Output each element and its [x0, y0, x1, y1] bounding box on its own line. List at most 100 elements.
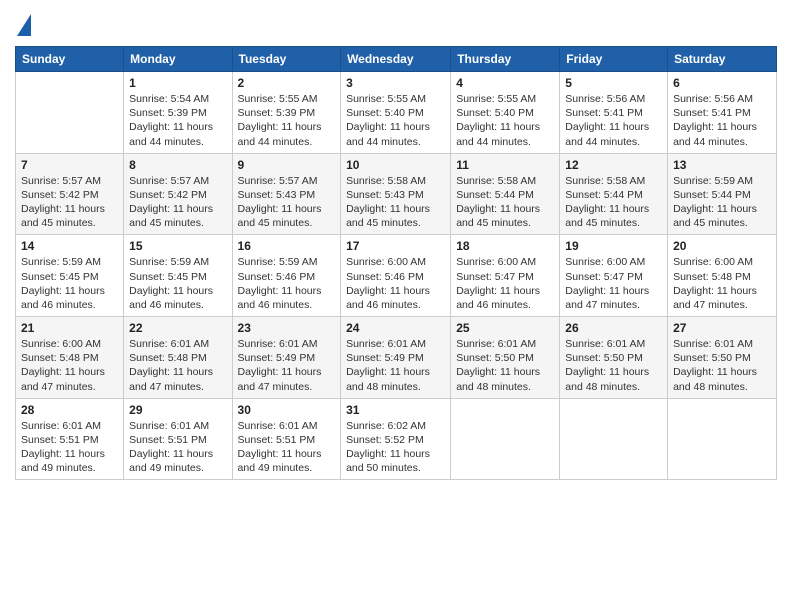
- cell-details: Sunrise: 6:01 AMSunset: 5:50 PMDaylight:…: [456, 337, 554, 394]
- cell-details: Sunrise: 5:57 AMSunset: 5:43 PMDaylight:…: [238, 174, 336, 231]
- calendar-cell: 6 Sunrise: 5:56 AMSunset: 5:41 PMDaylight…: [668, 72, 777, 154]
- calendar-cell: [16, 72, 124, 154]
- day-number: 28: [21, 403, 118, 417]
- cell-details: Sunrise: 6:01 AMSunset: 5:51 PMDaylight:…: [21, 419, 118, 476]
- calendar-cell: 24Sunrise: 6:01 AMSunset: 5:49 PMDayligh…: [341, 317, 451, 399]
- cell-details: Sunrise: 6:01 AMSunset: 5:50 PMDaylight:…: [673, 337, 771, 394]
- calendar-cell: [560, 398, 668, 480]
- day-number: 23: [238, 321, 336, 335]
- day-number: 2: [238, 76, 336, 90]
- day-number: 11: [456, 158, 554, 172]
- day-number: 22: [129, 321, 226, 335]
- cell-details: Sunrise: 5:59 AMSunset: 5:45 PMDaylight:…: [129, 255, 226, 312]
- day-number: 7: [21, 158, 118, 172]
- cell-details: Sunrise: 5:55 AMSunset: 5:39 PMDaylight:…: [238, 92, 336, 149]
- day-number: 29: [129, 403, 226, 417]
- cell-details: Sunrise: 5:56 AMSunset: 5:41 PMDaylight:…: [565, 92, 662, 149]
- calendar-cell: 5 Sunrise: 5:56 AMSunset: 5:41 PMDaylight…: [560, 72, 668, 154]
- day-number: 14: [21, 239, 118, 253]
- calendar-cell: 1 Sunrise: 5:54 AMSunset: 5:39 PMDaylight…: [124, 72, 232, 154]
- day-number: 19: [565, 239, 662, 253]
- weekday-monday: Monday: [124, 47, 232, 72]
- cell-details: Sunrise: 5:59 AMSunset: 5:46 PMDaylight:…: [238, 255, 336, 312]
- day-number: 10: [346, 158, 445, 172]
- cell-details: Sunrise: 5:59 AMSunset: 5:44 PMDaylight:…: [673, 174, 771, 231]
- day-number: 9: [238, 158, 336, 172]
- calendar-cell: 26 Sunrise: 6:01 AMSunset: 5:50 PMDayligh…: [560, 317, 668, 399]
- day-number: 8: [129, 158, 226, 172]
- week-row-1: 1 Sunrise: 5:54 AMSunset: 5:39 PMDaylight…: [16, 72, 777, 154]
- calendar-cell: [451, 398, 560, 480]
- day-number: 21: [21, 321, 118, 335]
- calendar-cell: 16Sunrise: 5:59 AMSunset: 5:46 PMDayligh…: [232, 235, 341, 317]
- cell-details: Sunrise: 5:55 AMSunset: 5:40 PMDaylight:…: [456, 92, 554, 149]
- calendar-cell: 31 Sunrise: 6:02 AMSunset: 5:52 PMDayligh…: [341, 398, 451, 480]
- cell-details: Sunrise: 6:00 AMSunset: 5:46 PMDaylight:…: [346, 255, 445, 312]
- day-number: 6: [673, 76, 771, 90]
- cell-details: Sunrise: 5:56 AMSunset: 5:41 PMDaylight:…: [673, 92, 771, 149]
- calendar-cell: 29Sunrise: 6:01 AMSunset: 5:51 PMDayligh…: [124, 398, 232, 480]
- day-number: 20: [673, 239, 771, 253]
- calendar-cell: 13Sunrise: 5:59 AMSunset: 5:44 PMDayligh…: [668, 153, 777, 235]
- cell-details: Sunrise: 5:55 AMSunset: 5:40 PMDaylight:…: [346, 92, 445, 149]
- week-row-4: 21Sunrise: 6:00 AMSunset: 5:48 PMDayligh…: [16, 317, 777, 399]
- cell-details: Sunrise: 6:00 AMSunset: 5:47 PMDaylight:…: [456, 255, 554, 312]
- calendar-cell: 18Sunrise: 6:00 AMSunset: 5:47 PMDayligh…: [451, 235, 560, 317]
- day-number: 12: [565, 158, 662, 172]
- cell-details: Sunrise: 6:02 AMSunset: 5:52 PMDaylight:…: [346, 419, 445, 476]
- calendar-cell: 10Sunrise: 5:58 AMSunset: 5:43 PMDayligh…: [341, 153, 451, 235]
- cell-details: Sunrise: 5:58 AMSunset: 5:44 PMDaylight:…: [456, 174, 554, 231]
- weekday-friday: Friday: [560, 47, 668, 72]
- calendar-cell: 27 Sunrise: 6:01 AMSunset: 5:50 PMDayligh…: [668, 317, 777, 399]
- calendar-cell: 22 Sunrise: 6:01 AMSunset: 5:48 PMDayligh…: [124, 317, 232, 399]
- cell-details: Sunrise: 5:54 AMSunset: 5:39 PMDaylight:…: [129, 92, 226, 149]
- cell-details: Sunrise: 6:01 AMSunset: 5:50 PMDaylight:…: [565, 337, 662, 394]
- cell-details: Sunrise: 6:01 AMSunset: 5:49 PMDaylight:…: [346, 337, 445, 394]
- calendar-cell: 25 Sunrise: 6:01 AMSunset: 5:50 PMDayligh…: [451, 317, 560, 399]
- weekday-thursday: Thursday: [451, 47, 560, 72]
- day-number: 4: [456, 76, 554, 90]
- cell-details: Sunrise: 6:01 AMSunset: 5:48 PMDaylight:…: [129, 337, 226, 394]
- cell-details: Sunrise: 6:01 AMSunset: 5:51 PMDaylight:…: [238, 419, 336, 476]
- calendar-cell: 21Sunrise: 6:00 AMSunset: 5:48 PMDayligh…: [16, 317, 124, 399]
- day-number: 5: [565, 76, 662, 90]
- day-number: 26: [565, 321, 662, 335]
- calendar-cell: 12Sunrise: 5:58 AMSunset: 5:44 PMDayligh…: [560, 153, 668, 235]
- calendar-cell: 15Sunrise: 5:59 AMSunset: 5:45 PMDayligh…: [124, 235, 232, 317]
- calendar-cell: 11 Sunrise: 5:58 AMSunset: 5:44 PMDayligh…: [451, 153, 560, 235]
- calendar-table: SundayMondayTuesdayWednesdayThursdayFrid…: [15, 46, 777, 480]
- day-number: 31: [346, 403, 445, 417]
- calendar-cell: 3 Sunrise: 5:55 AMSunset: 5:40 PMDaylight…: [341, 72, 451, 154]
- cell-details: Sunrise: 6:00 AMSunset: 5:47 PMDaylight:…: [565, 255, 662, 312]
- calendar-cell: 9 Sunrise: 5:57 AMSunset: 5:43 PMDaylight…: [232, 153, 341, 235]
- calendar-cell: [668, 398, 777, 480]
- weekday-wednesday: Wednesday: [341, 47, 451, 72]
- day-number: 27: [673, 321, 771, 335]
- calendar-cell: 4 Sunrise: 5:55 AMSunset: 5:40 PMDaylight…: [451, 72, 560, 154]
- logo-icon: [17, 14, 31, 36]
- calendar-cell: 30 Sunrise: 6:01 AMSunset: 5:51 PMDayligh…: [232, 398, 341, 480]
- calendar-cell: 17Sunrise: 6:00 AMSunset: 5:46 PMDayligh…: [341, 235, 451, 317]
- week-row-3: 14 Sunrise: 5:59 AMSunset: 5:45 PMDayligh…: [16, 235, 777, 317]
- weekday-tuesday: Tuesday: [232, 47, 341, 72]
- day-number: 1: [129, 76, 226, 90]
- day-number: 25: [456, 321, 554, 335]
- cell-details: Sunrise: 5:59 AMSunset: 5:45 PMDaylight:…: [21, 255, 118, 312]
- day-number: 3: [346, 76, 445, 90]
- weekday-header-row: SundayMondayTuesdayWednesdayThursdayFrid…: [16, 47, 777, 72]
- calendar-cell: 20 Sunrise: 6:00 AMSunset: 5:48 PMDayligh…: [668, 235, 777, 317]
- header: [15, 10, 777, 38]
- calendar-cell: 23 Sunrise: 6:01 AMSunset: 5:49 PMDayligh…: [232, 317, 341, 399]
- logo: [15, 14, 31, 38]
- weekday-saturday: Saturday: [668, 47, 777, 72]
- day-number: 30: [238, 403, 336, 417]
- calendar-cell: 28 Sunrise: 6:01 AMSunset: 5:51 PMDayligh…: [16, 398, 124, 480]
- cell-details: Sunrise: 5:57 AMSunset: 5:42 PMDaylight:…: [129, 174, 226, 231]
- cell-details: Sunrise: 6:00 AMSunset: 5:48 PMDaylight:…: [673, 255, 771, 312]
- calendar-cell: 8 Sunrise: 5:57 AMSunset: 5:42 PMDaylight…: [124, 153, 232, 235]
- week-row-5: 28 Sunrise: 6:01 AMSunset: 5:51 PMDayligh…: [16, 398, 777, 480]
- cell-details: Sunrise: 6:01 AMSunset: 5:49 PMDaylight:…: [238, 337, 336, 394]
- calendar-cell: 7Sunrise: 5:57 AMSunset: 5:42 PMDaylight…: [16, 153, 124, 235]
- main-container: SundayMondayTuesdayWednesdayThursdayFrid…: [0, 0, 792, 490]
- calendar-cell: 2 Sunrise: 5:55 AMSunset: 5:39 PMDaylight…: [232, 72, 341, 154]
